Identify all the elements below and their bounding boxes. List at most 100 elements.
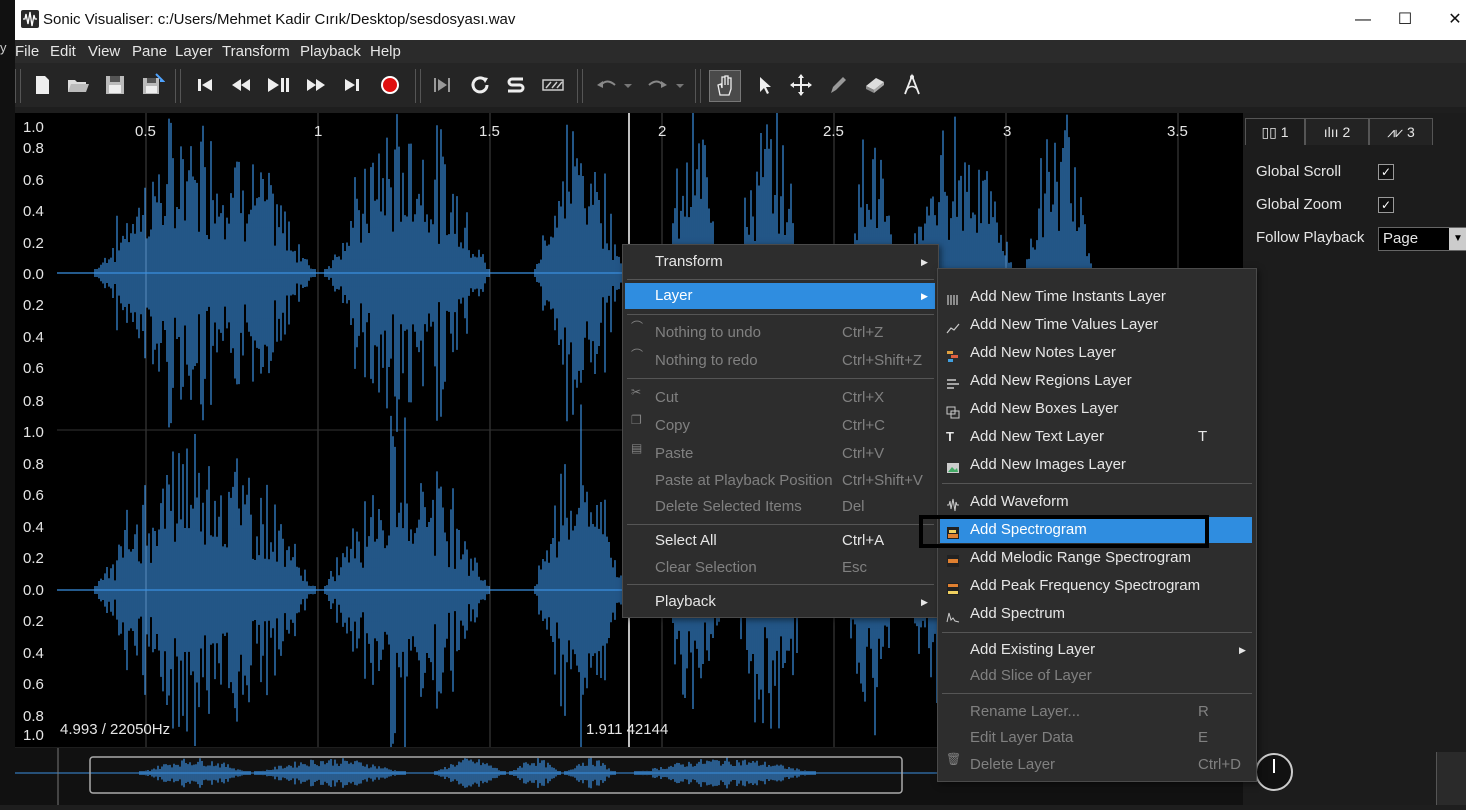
- loop-icon[interactable]: [467, 72, 493, 98]
- menu-item-add-melodic-range[interactable]: Add Melodic Range Spectrogram: [940, 545, 1252, 571]
- playhead-position-label: 1.911 42144: [586, 721, 669, 738]
- toolbar-separator: [415, 69, 421, 103]
- menu-item-label: Playback: [655, 593, 716, 610]
- measure-icon[interactable]: [899, 72, 925, 98]
- menu-item-delete-selected[interactable]: Delete Selected Items Del: [625, 494, 935, 520]
- menu-item-label: Add Spectrum: [970, 605, 1066, 622]
- undo-dropdown-icon[interactable]: [621, 72, 635, 98]
- y-axis-label: 1.0: [23, 119, 44, 136]
- global-zoom-checkbox[interactable]: ✓: [1378, 197, 1394, 213]
- speed-icon[interactable]: [540, 72, 566, 98]
- submenu-arrow-icon: ▶: [921, 291, 928, 301]
- solo-icon[interactable]: [503, 72, 529, 98]
- tab-pane-3[interactable]: ⩘⩗ 3: [1369, 118, 1433, 145]
- pane-icon: ▯▯: [1261, 124, 1281, 140]
- menu-item-label: Clear Selection: [655, 559, 757, 576]
- menu-item-add-slice[interactable]: Add Slice of Layer: [940, 663, 1252, 689]
- menu-file[interactable]: File: [15, 43, 39, 60]
- waveform-icon: ⩘⩗: [1387, 124, 1407, 140]
- menu-item-select-all[interactable]: Select All Ctrl+A: [625, 528, 935, 554]
- menu-item-paste-at-playback[interactable]: Paste at Playback Position Ctrl+Shift+V: [625, 468, 935, 494]
- record-icon[interactable]: [377, 72, 403, 98]
- melodic-spectrogram-icon: [946, 551, 960, 567]
- menu-item-shortcut: Ctrl+D: [1198, 756, 1241, 773]
- undo-icon[interactable]: [593, 72, 619, 98]
- corner-widget[interactable]: [1436, 752, 1466, 805]
- menu-edit[interactable]: Edit: [50, 43, 76, 60]
- peak-spectrogram-icon: [946, 579, 960, 595]
- menu-item-add-spectrum[interactable]: Add Spectrum: [940, 601, 1252, 627]
- move-icon[interactable]: [788, 72, 814, 98]
- menu-playback[interactable]: Playback: [300, 43, 361, 60]
- menu-item-label: Copy: [655, 417, 691, 434]
- select-arrow-icon[interactable]: [752, 72, 778, 98]
- toolbar: [15, 63, 1466, 107]
- menu-item-paste[interactable]: ▤ Paste Ctrl+V: [625, 441, 935, 467]
- property-panel: ▯▯ 1 ılıı 2 ⩘⩗ 3 Global Scroll ✓ Global …: [1243, 113, 1466, 805]
- minimize-button[interactable]: —: [1343, 8, 1383, 32]
- skip-end-icon[interactable]: [339, 72, 365, 98]
- menu-transform[interactable]: Transform: [222, 43, 290, 60]
- menu-item-edit-layer-data[interactable]: Edit Layer Data E: [940, 725, 1252, 751]
- redo-dropdown-icon[interactable]: [673, 72, 687, 98]
- global-scroll-checkbox[interactable]: ✓: [1378, 164, 1394, 180]
- menu-item-label: Edit Layer Data: [970, 729, 1074, 746]
- zoom-knob[interactable]: [1255, 753, 1293, 791]
- menu-item-rename-layer[interactable]: Rename Layer... R: [940, 699, 1252, 725]
- menu-item-transform[interactable]: Transform ▶: [625, 249, 935, 275]
- rewind-icon[interactable]: [228, 72, 254, 98]
- navigate-hand-icon[interactable]: [709, 70, 741, 102]
- image-icon: [946, 458, 960, 473]
- menu-item-add-waveform[interactable]: Add Waveform: [940, 489, 1252, 515]
- open-file-icon[interactable]: [65, 72, 91, 98]
- y-axis-label: 0.6: [23, 676, 44, 693]
- tab-pane-1[interactable]: ▯▯ 1: [1245, 118, 1305, 145]
- menu-item-label: Nothing to redo: [655, 352, 758, 369]
- menu-item-add-notes[interactable]: Add New Notes Layer: [940, 340, 1252, 366]
- close-button[interactable]: ✕: [1435, 8, 1466, 32]
- title-bar: Sonic Visualiser: c:/Users/Mehmet Kadir …: [15, 0, 1466, 40]
- menu-item-clear-selection[interactable]: Clear Selection Esc: [625, 555, 935, 581]
- menu-item-cut[interactable]: ✂ Cut Ctrl+X: [625, 385, 935, 411]
- rewind-start-icon[interactable]: [192, 72, 218, 98]
- menu-item-delete-layer[interactable]: 🗑 Delete Layer Ctrl+D: [940, 752, 1252, 778]
- y-axis-label: 1.0: [23, 424, 44, 441]
- menu-item-redo[interactable]: ⌒ Nothing to redo Ctrl+Shift+Z: [625, 348, 935, 374]
- menu-item-layer[interactable]: Layer ▶: [625, 283, 935, 309]
- menu-item-playback[interactable]: Playback ▶: [625, 589, 935, 615]
- save-as-icon[interactable]: [139, 72, 165, 98]
- window-title: Sonic Visualiser: c:/Users/Mehmet Kadir …: [43, 11, 516, 28]
- chevron-down-icon[interactable]: ▼: [1449, 228, 1466, 250]
- menu-item-undo[interactable]: ⌒ Nothing to undo Ctrl+Z: [625, 320, 935, 346]
- follow-playback-select[interactable]: Page ▼: [1378, 227, 1466, 251]
- play-pause-icon[interactable]: [265, 72, 291, 98]
- save-icon[interactable]: [102, 72, 128, 98]
- redo-icon[interactable]: [645, 72, 671, 98]
- maximize-button[interactable]: ☐: [1385, 8, 1425, 32]
- menu-item-add-images[interactable]: Add New Images Layer: [940, 452, 1252, 478]
- menu-help[interactable]: Help: [370, 43, 401, 60]
- submenu-arrow-icon: ▶: [921, 257, 928, 267]
- menu-item-add-time-values[interactable]: Add New Time Values Layer: [940, 312, 1252, 338]
- menu-item-add-time-instants[interactable]: Add New Time Instants Layer: [940, 284, 1252, 310]
- menu-item-label: Layer: [655, 287, 693, 304]
- menu-item-label: Cut: [655, 389, 679, 406]
- erase-icon[interactable]: [862, 72, 888, 98]
- annotation-highlight-box: [919, 515, 1209, 548]
- menu-item-add-text[interactable]: T Add New Text Layer T: [940, 424, 1252, 450]
- new-file-icon[interactable]: [29, 72, 55, 98]
- menu-view[interactable]: View: [88, 43, 120, 60]
- menu-separator: [627, 524, 934, 525]
- menu-layer[interactable]: Layer: [175, 43, 213, 60]
- draw-pencil-icon[interactable]: [825, 72, 851, 98]
- tab-pane-2[interactable]: ılıı 2: [1305, 118, 1369, 145]
- menu-item-add-existing-layer[interactable]: Add Existing Layer ▶: [940, 637, 1252, 663]
- menu-item-add-boxes[interactable]: Add New Boxes Layer: [940, 396, 1252, 422]
- menu-item-copy[interactable]: ❐ Copy Ctrl+C: [625, 413, 935, 439]
- play-selection-icon[interactable]: [429, 72, 455, 98]
- menu-item-add-peak-frequency[interactable]: Add Peak Frequency Spectrogram: [940, 573, 1252, 599]
- menu-pane[interactable]: Pane: [132, 43, 167, 60]
- paste-icon: ▤: [631, 441, 643, 455]
- menu-item-add-regions[interactable]: Add New Regions Layer: [940, 368, 1252, 394]
- fast-forward-icon[interactable]: [303, 72, 329, 98]
